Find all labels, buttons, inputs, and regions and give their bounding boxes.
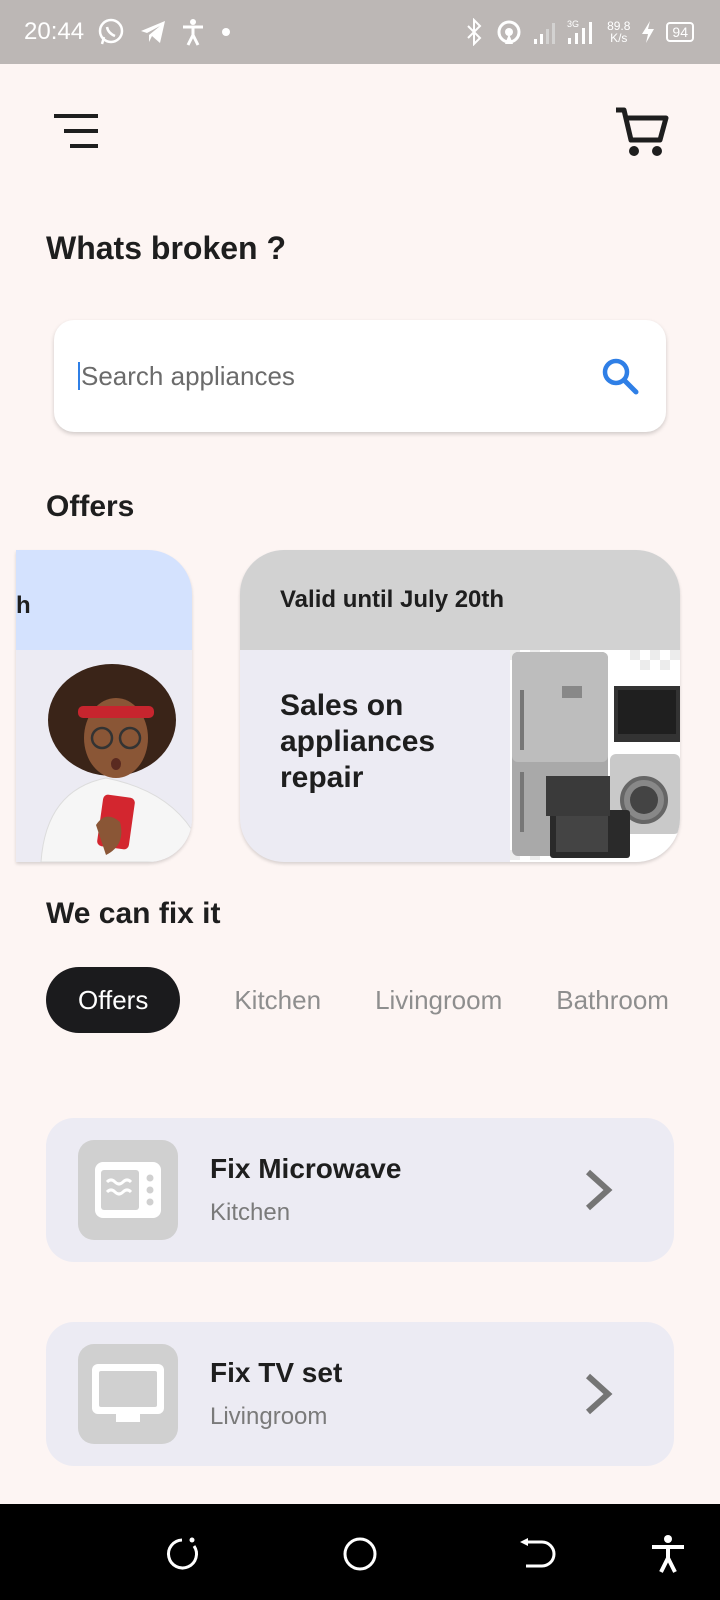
hotspot-icon xyxy=(495,18,523,46)
appliances-image xyxy=(510,650,680,862)
battery-level: 94 xyxy=(666,22,694,42)
service-category: Livingroom xyxy=(210,1403,328,1430)
home-icon[interactable] xyxy=(340,1534,380,1574)
signal-weak-icon xyxy=(533,19,557,45)
chevron-right-icon xyxy=(585,1169,613,1211)
whatsapp-icon xyxy=(96,17,126,47)
page-title: Whats broken ? xyxy=(46,230,287,266)
microwave-icon xyxy=(95,1162,161,1218)
cart-button[interactable] xyxy=(614,104,670,160)
notification-dot-icon xyxy=(218,24,234,40)
service-info: Fix Microwave Kitchen xyxy=(210,1153,578,1227)
service-thumbnail xyxy=(78,1140,178,1240)
charging-icon xyxy=(640,20,656,44)
tab-kitchen[interactable]: Kitchen xyxy=(234,967,321,1033)
chevron-right-icon xyxy=(585,1373,613,1415)
back-icon[interactable] xyxy=(516,1534,556,1574)
service-item-microwave[interactable]: Fix Microwave Kitchen xyxy=(46,1118,674,1262)
status-time: 20:44 xyxy=(24,18,85,45)
text-caret xyxy=(78,362,80,390)
service-item-tv[interactable]: Fix TV set Livingroom xyxy=(46,1322,674,1466)
tab-offers[interactable]: Offers xyxy=(46,967,181,1033)
accessibility-status-icon xyxy=(180,17,206,47)
system-nav-bar xyxy=(0,1504,720,1600)
tab-bathroom[interactable]: Bathroom xyxy=(556,967,669,1033)
offer-card-header: Valid until July 20th xyxy=(240,550,680,650)
offer-card-partial[interactable]: h xyxy=(16,550,192,862)
menu-icon xyxy=(54,114,98,148)
search-box[interactable] xyxy=(54,320,666,432)
offer-card-header-text: h xyxy=(16,592,31,619)
service-thumbnail xyxy=(78,1344,178,1444)
surprised-woman-image xyxy=(16,650,192,862)
service-category: Kitchen xyxy=(210,1199,291,1226)
signal-3g-icon: 3G xyxy=(567,18,597,46)
offer-card-header: h xyxy=(16,550,192,650)
service-info: Fix TV set Livingroom xyxy=(210,1357,578,1431)
category-tabs: Offers Kitchen Livingroom Bathroom xyxy=(46,967,720,1033)
service-name: Fix TV set xyxy=(210,1357,343,1388)
offer-card-sales[interactable]: Valid until July 20th Sales on appliance… xyxy=(240,550,680,862)
net-speed: 89.8 K/s xyxy=(607,20,630,44)
network-type-label: 3G xyxy=(567,19,579,29)
search-input[interactable] xyxy=(81,360,598,392)
recents-icon[interactable] xyxy=(164,1534,204,1574)
offer-validity-text: Valid until July 20th xyxy=(280,586,505,613)
menu-button[interactable] xyxy=(54,114,102,150)
bluetooth-icon xyxy=(463,18,485,46)
offer-card-body: Sales on appliances repair xyxy=(240,650,680,862)
net-speed-unit: K/s xyxy=(610,31,628,45)
accessibility-icon[interactable] xyxy=(648,1534,688,1574)
tab-livingroom[interactable]: Livingroom xyxy=(375,967,502,1033)
offers-title: Offers xyxy=(46,490,135,523)
telegram-icon xyxy=(138,17,168,47)
status-bar: 20:44 3G 89.8 K/s 94 xyxy=(0,0,720,64)
fix-section-title: We can fix it xyxy=(46,897,221,930)
cart-icon xyxy=(616,107,669,156)
offer-description: Sales on appliances repair xyxy=(280,689,436,794)
search-icon[interactable] xyxy=(598,354,642,398)
service-name: Fix Microwave xyxy=(210,1153,402,1184)
tv-icon xyxy=(92,1364,164,1422)
